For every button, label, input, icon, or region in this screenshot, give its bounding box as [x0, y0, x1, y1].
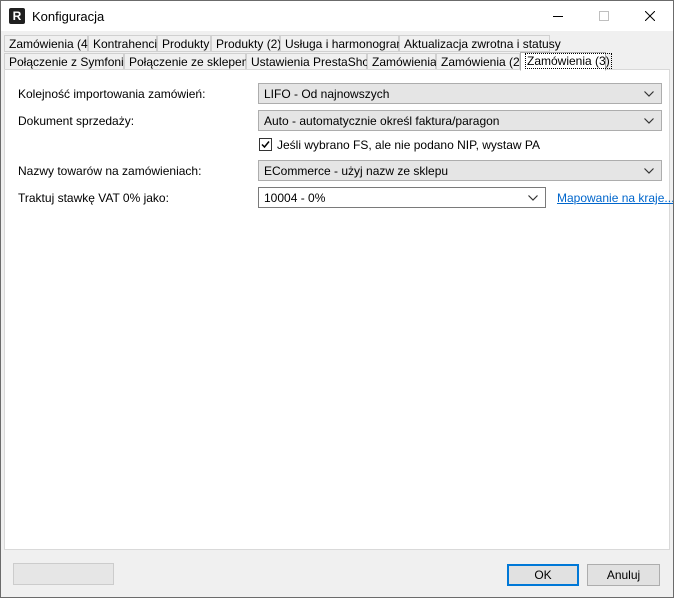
tab-content-panel: Kolejność importowania zamówień: LIFO - …: [4, 69, 673, 550]
tab-produkty[interactable]: Produkty: [157, 35, 211, 52]
checkmark-icon: [261, 141, 270, 149]
sales-doc-value: Auto - automatycznie określ faktura/para…: [264, 114, 500, 128]
product-names-label: Nazwy towarów na zamówieniach:: [18, 164, 202, 178]
tab-polaczenie-symfonia[interactable]: Połączenie z Symfonią: [4, 53, 130, 70]
tab-usluga-harmonogram[interactable]: Usługa i harmonogram: [280, 35, 406, 52]
product-names-select[interactable]: ECommerce - użyj nazw ze sklepu: [258, 160, 662, 181]
chevron-down-icon: [644, 118, 654, 124]
maximize-button[interactable]: [581, 1, 627, 31]
maximize-icon: [599, 11, 609, 21]
import-order-select[interactable]: LIFO - Od najnowszych: [258, 83, 662, 104]
config-window: R Konfiguracja Zamówienia (4) Kontrahenc…: [0, 0, 674, 598]
tab-kontrahenci[interactable]: Kontrahenci: [88, 35, 157, 52]
minimize-icon: [553, 16, 563, 17]
close-icon: [645, 11, 655, 21]
chevron-down-icon: [644, 91, 654, 97]
tab-polaczenie-sklep[interactable]: Połączenie ze sklepem: [124, 53, 252, 70]
minimize-button[interactable]: [535, 1, 581, 31]
import-order-label: Kolejność importowania zamówień:: [18, 87, 206, 101]
chevron-down-icon: [528, 195, 538, 201]
vat0-value: 10004 - 0%: [264, 191, 326, 205]
vat0-select[interactable]: 10004 - 0%: [258, 187, 546, 208]
country-mapping-link[interactable]: Mapowanie na kraje...: [557, 191, 673, 205]
app-icon: R: [9, 8, 25, 24]
chevron-down-icon: [644, 168, 654, 174]
sales-doc-label: Dokument sprzedaży:: [18, 114, 135, 128]
nip-checkbox[interactable]: [259, 138, 272, 151]
tab-produkty-2[interactable]: Produkty (2): [211, 35, 281, 52]
nip-checkbox-label[interactable]: Jeśli wybrano FS, ale nie podano NIP, wy…: [277, 138, 540, 152]
tab-zamowienia[interactable]: Zamówienia: [367, 53, 437, 70]
import-order-value: LIFO - Od najnowszych: [264, 87, 390, 101]
ok-button[interactable]: OK: [507, 564, 579, 586]
disabled-button: [13, 563, 114, 585]
tab-zamowienia-2[interactable]: Zamówienia (2): [436, 53, 524, 70]
tab-zamowienia-3[interactable]: Zamówienia (3): [520, 52, 612, 71]
close-button[interactable]: [627, 1, 673, 31]
sales-doc-select[interactable]: Auto - automatycznie określ faktura/para…: [258, 110, 662, 131]
tab-aktualizacja-zwrotna[interactable]: Aktualizacja zwrotna i statusy: [399, 35, 561, 52]
title-bar: R Konfiguracja: [1, 1, 673, 31]
cancel-button[interactable]: Anuluj: [587, 564, 660, 586]
product-names-value: ECommerce - użyj nazw ze sklepu: [264, 164, 449, 178]
window-title: Konfiguracja: [32, 9, 105, 24]
vat0-label: Traktuj stawkę VAT 0% jako:: [18, 191, 169, 205]
tab-ustawienia-prestashop[interactable]: Ustawienia PrestaShop: [246, 53, 376, 70]
tab-zamowienia-4[interactable]: Zamówienia (4): [4, 35, 92, 52]
